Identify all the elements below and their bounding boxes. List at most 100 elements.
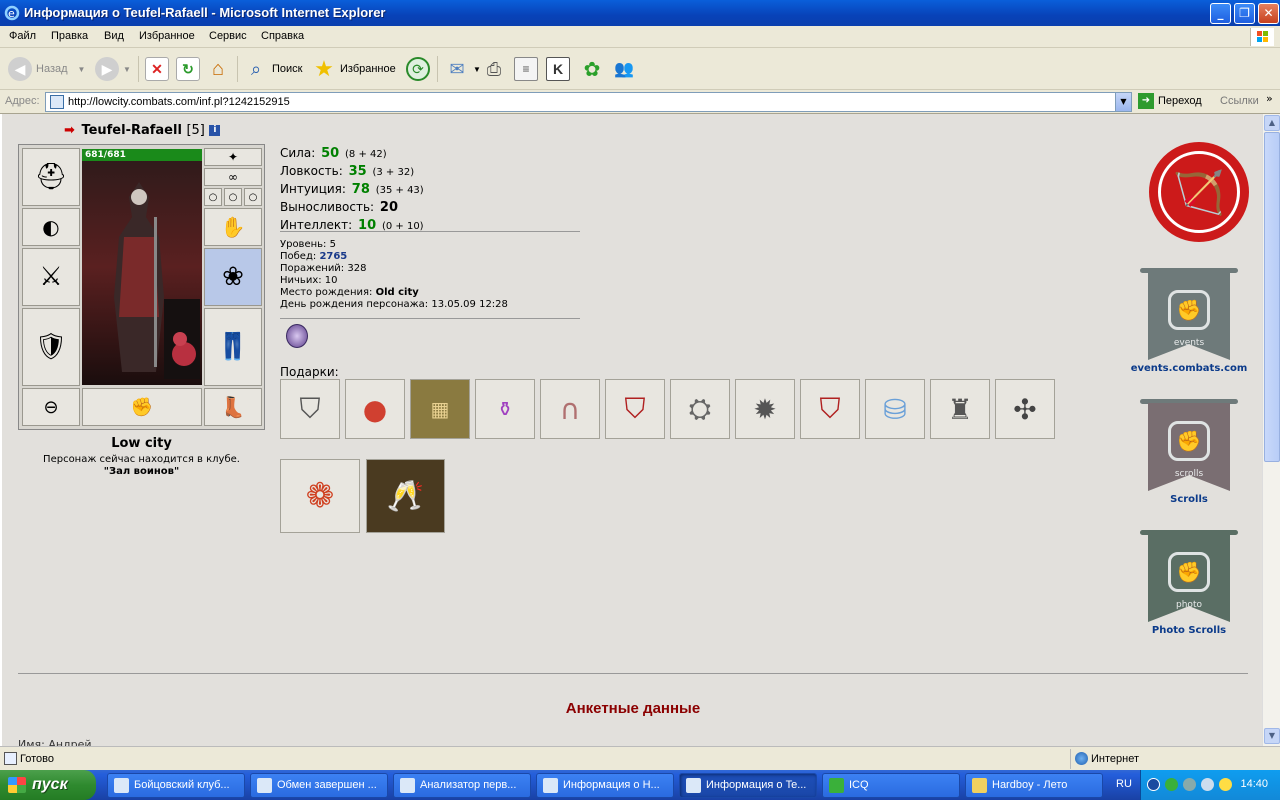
menu-view[interactable]: Вид [104, 30, 124, 42]
k-button[interactable]: K [546, 54, 570, 84]
maximize-button[interactable]: ❐ [1234, 3, 1255, 24]
shield-slot-icon[interactable]: ❀ [204, 248, 262, 306]
character-name: Teufel-Rafaell [81, 123, 182, 138]
belt-slot-icon[interactable]: ⊖ [22, 388, 80, 426]
gift-shield-icon[interactable]: ⛭ [670, 379, 730, 439]
messenger-button[interactable]: 👥 [612, 54, 636, 84]
address-url[interactable]: http://lowcity.combats.com/inf.pl?124215… [68, 96, 290, 108]
volume-tray-icon[interactable] [1201, 778, 1214, 791]
ring1-slot-icon[interactable]: ○ [204, 188, 222, 206]
forward-dropdown-icon[interactable]: ▼ [123, 65, 131, 74]
menu-help[interactable]: Справка [261, 30, 304, 42]
task-button-active[interactable]: Информация о Te... [679, 773, 817, 798]
tray-expand-icon[interactable] [1147, 778, 1160, 791]
forward-button[interactable]: ▶ ▼ [95, 54, 131, 84]
task-button[interactable]: Обмен завершен ... [250, 773, 388, 798]
stats-block: Сила: 50 (8 + 42) Ловкость: 35 (3 + 32) … [280, 145, 424, 235]
scrolls-banner[interactable]: ✊ scrolls [1140, 399, 1238, 495]
menu-file[interactable]: Файл [9, 30, 36, 42]
gift-painting-icon[interactable]: ▦ [410, 379, 470, 439]
clock: 14:40 [1240, 778, 1268, 790]
mail-dropdown-icon[interactable]: ▼ [473, 65, 481, 74]
gift-crystal-ball-icon[interactable]: ● [345, 379, 405, 439]
taskbar: пуск Бойцовский клуб... Обмен завершен .… [0, 770, 1280, 800]
back-button[interactable]: ◀ Назад ▼ [8, 54, 85, 84]
scroll-down-icon[interactable]: ▼ [1264, 728, 1280, 744]
helmet-slot-icon[interactable]: ⛑ [22, 148, 80, 206]
security-tray-icon[interactable] [1219, 778, 1232, 791]
location-text: Персонаж сейчас находится в клубе. [43, 454, 240, 465]
minimize-button[interactable]: _ [1210, 3, 1231, 24]
task-button[interactable]: Бойцовский клуб... [107, 773, 245, 798]
fist-icon: ✊ [1168, 290, 1210, 330]
scrolls-link[interactable]: Scrolls [1119, 494, 1259, 505]
gift-medal-icon[interactable]: ✹ [735, 379, 795, 439]
events-banner[interactable]: ✊ events [1140, 268, 1238, 364]
character-avatar[interactable]: 681/681 [82, 149, 202, 385]
medal-icon[interactable] [286, 324, 308, 348]
task-button[interactable]: Анализатор перв... [393, 773, 531, 798]
menu-favorites[interactable]: Избранное [139, 30, 195, 42]
gift-champagne-icon[interactable]: 🥂 [366, 459, 445, 533]
gloves-slot-icon[interactable]: ✋ [204, 208, 262, 246]
menu-edit[interactable]: Правка [51, 30, 88, 42]
menu-tools[interactable]: Сервис [209, 30, 247, 42]
info-icon[interactable]: i [209, 125, 221, 136]
pants-slot-icon[interactable]: 👖 [204, 308, 262, 386]
network-tray-icon[interactable] [1183, 778, 1196, 791]
start-button[interactable]: пуск [0, 770, 96, 800]
gift-red-banner-2-icon[interactable]: ⛉ [800, 379, 860, 439]
gift-needles-icon[interactable]: ✣ [995, 379, 1055, 439]
archer-logo-icon[interactable]: 🏹 [1149, 142, 1249, 242]
photo-scrolls-link[interactable]: Photo Scrolls [1119, 625, 1259, 636]
photo-scrolls-banner[interactable]: ✊ photo [1140, 530, 1238, 626]
close-button[interactable]: ✕ [1258, 3, 1279, 24]
task-button[interactable]: Hardboy - Лето [965, 773, 1103, 798]
icq-flower-icon: ✿ [583, 58, 601, 81]
task-button[interactable]: ICQ [822, 773, 960, 798]
home-button[interactable]: ⌂ [206, 54, 230, 84]
events-link[interactable]: events.combats.com [1119, 363, 1259, 374]
go-button[interactable]: ➜ Переход [1138, 93, 1202, 109]
refresh-button[interactable]: ↻ [176, 54, 200, 84]
scroll-up-icon[interactable]: ▲ [1264, 115, 1280, 131]
ring3-slot-icon[interactable]: ○ [244, 188, 262, 206]
ie-icon [400, 778, 415, 793]
boots-slot-icon[interactable]: 👢 [204, 388, 262, 426]
system-tray: 14:40 [1140, 770, 1280, 800]
language-indicator[interactable]: RU [1116, 778, 1132, 790]
gift-potions-icon[interactable]: ⚱ [475, 379, 535, 439]
sword-slot-icon[interactable]: ⚔ [22, 248, 80, 306]
stop-button[interactable]: ✕ [145, 54, 169, 84]
gift-cloak-icon[interactable]: ⛉ [280, 379, 340, 439]
gift-horseshoe-icon[interactable]: ∩ [540, 379, 600, 439]
amulet-slot-icon[interactable]: ✦ [204, 148, 262, 166]
armor-slot-icon[interactable]: 🛡 [22, 308, 80, 386]
private-message-icon[interactable]: ➡ [64, 123, 75, 138]
print-button[interactable]: ⎙ [482, 54, 506, 84]
gift-red-banner-icon[interactable]: ⛉ [605, 379, 665, 439]
vertical-scrollbar[interactable]: ▲ ▼ [1262, 114, 1280, 746]
history-button[interactable]: ⟳ [406, 54, 430, 84]
city-name: Low city [111, 436, 172, 451]
favorites-button[interactable]: ★ Избранное [312, 54, 396, 84]
gift-statue-icon[interactable]: ♜ [930, 379, 990, 439]
icq-button[interactable]: ✿ [580, 54, 604, 84]
address-dropdown-icon[interactable]: ▼ [1115, 93, 1131, 111]
search-button[interactable]: ⌕ Поиск [244, 54, 303, 84]
ring2-slot-icon[interactable]: ○ [224, 188, 242, 206]
icq-tray-icon[interactable] [1165, 778, 1178, 791]
chevron-right-icon[interactable]: » [1266, 92, 1273, 105]
earrings-slot-icon[interactable]: ∞ [204, 168, 262, 186]
bracers-slot-icon[interactable]: ◐ [22, 208, 80, 246]
gift-jar-icon[interactable]: ⛁ [865, 379, 925, 439]
gift-bouquet-icon[interactable]: ❁ [280, 459, 360, 533]
scroll-thumb[interactable] [1264, 132, 1280, 462]
task-button[interactable]: Информация о Н... [536, 773, 674, 798]
links-label[interactable]: Ссылки [1220, 95, 1259, 107]
mail-button[interactable]: ✉ ▼ [445, 54, 481, 84]
address-input[interactable]: http://lowcity.combats.com/inf.pl?124215… [45, 92, 1132, 112]
edit-button[interactable]: ≡ [514, 54, 538, 84]
back-dropdown-icon[interactable]: ▼ [78, 65, 86, 74]
divider [280, 231, 580, 232]
